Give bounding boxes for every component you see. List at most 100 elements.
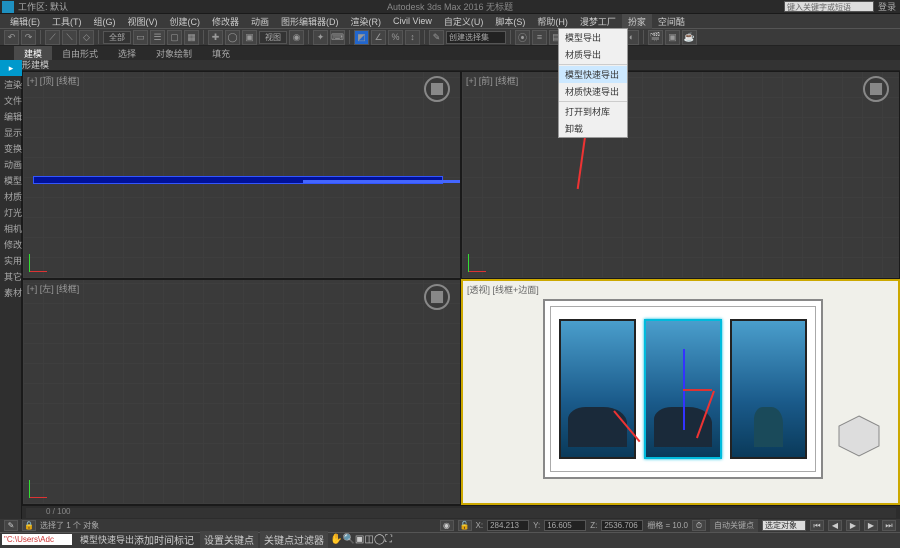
- workspace-label[interactable]: 工作区: 默认: [18, 0, 68, 13]
- left-utility[interactable]: 实用: [4, 254, 22, 267]
- panel-toggle-icon[interactable]: ▸: [0, 60, 22, 76]
- menu-plugin1[interactable]: 漫梦工厂: [574, 14, 622, 29]
- script-path-field[interactable]: "C:\Users\Adc: [2, 534, 72, 545]
- selection-filter-combo[interactable]: 选定对象: [762, 520, 806, 531]
- angle-snap-button[interactable]: ∠: [371, 30, 386, 45]
- timeline-track[interactable]: [26, 508, 896, 518]
- edit-selset-button[interactable]: ✎: [429, 30, 444, 45]
- menu-spaceku[interactable]: 空间酷: [652, 14, 691, 29]
- time-config-button[interactable]: ⏱: [692, 520, 706, 531]
- link-button[interactable]: ⟋: [45, 30, 60, 45]
- autokey-button[interactable]: 自动关键点: [710, 519, 758, 532]
- menu-create[interactable]: 创建(C): [164, 14, 207, 29]
- fov-button[interactable]: ◫: [364, 534, 373, 545]
- prev-frame-button[interactable]: ◀: [828, 520, 842, 531]
- snap-button[interactable]: ◩: [354, 30, 369, 45]
- manip-button[interactable]: ✦: [313, 30, 328, 45]
- selection-lock-button[interactable]: 🔓: [458, 520, 472, 531]
- photo-2-selected[interactable]: [644, 319, 721, 459]
- coord-y-field[interactable]: 16.605: [544, 520, 586, 531]
- pan-view-button[interactable]: ✋: [330, 534, 342, 545]
- mirror-button[interactable]: ⦿: [515, 30, 530, 45]
- vp-label-top[interactable]: [+] [顶] [线框]: [27, 74, 79, 87]
- keymode-button[interactable]: ⌨: [330, 30, 345, 45]
- menu-render[interactable]: 渲染(R): [345, 14, 388, 29]
- menu-maxscript[interactable]: 脚本(S): [489, 14, 531, 29]
- time-tag-prompt[interactable]: 添加时间标记: [134, 532, 194, 547]
- left-edit[interactable]: 编辑: [4, 110, 22, 123]
- vp-label-front[interactable]: [+] [前] [线框]: [466, 74, 518, 87]
- timeline[interactable]: 0 / 100: [22, 505, 900, 519]
- left-camera[interactable]: 相机: [4, 222, 22, 235]
- render-setup-button[interactable]: 🎬: [648, 30, 663, 45]
- percent-snap-button[interactable]: %: [388, 30, 403, 45]
- viewcube-persp[interactable]: [834, 411, 884, 461]
- bind-button[interactable]: ◇: [79, 30, 94, 45]
- left-assets[interactable]: 素材: [4, 286, 22, 299]
- named-selset-dropdown[interactable]: 创建选择集: [446, 31, 506, 44]
- menu-plugin2[interactable]: 扮家: [622, 14, 652, 29]
- menu-animation[interactable]: 动画: [245, 14, 275, 29]
- viewport-front[interactable]: [+] [前] [线框]: [461, 71, 900, 279]
- spinner-snap-button[interactable]: ↕: [405, 30, 420, 45]
- coord-x-field[interactable]: 284.213: [487, 520, 529, 531]
- align-button[interactable]: ≡: [532, 30, 547, 45]
- zoom-button[interactable]: 🔍: [342, 534, 354, 545]
- left-other[interactable]: 其它: [4, 270, 22, 283]
- left-anim[interactable]: 动画: [4, 158, 22, 171]
- menu-grapheditors[interactable]: 图形编辑器(D): [275, 14, 345, 29]
- zoom-extents-button[interactable]: ▣: [355, 534, 364, 545]
- select-button[interactable]: ▭: [133, 30, 148, 45]
- undo-button[interactable]: ↶: [4, 30, 19, 45]
- tab-modeling[interactable]: 建模: [14, 46, 52, 61]
- menu-unload[interactable]: 卸载: [559, 120, 627, 137]
- photo-1[interactable]: [559, 319, 636, 459]
- maxscript-button[interactable]: ✎: [4, 520, 18, 531]
- refcoord-dropdown[interactable]: 视图: [259, 31, 287, 44]
- scale-button[interactable]: ▣: [242, 30, 257, 45]
- tab-populate[interactable]: 填充: [202, 46, 240, 61]
- menu-edit[interactable]: 编辑(E): [4, 14, 46, 29]
- left-material[interactable]: 材质: [4, 190, 22, 203]
- menu-material-quick-export[interactable]: 材质快速导出: [559, 83, 627, 100]
- menu-tools[interactable]: 工具(T): [46, 14, 88, 29]
- login-button[interactable]: 登录: [878, 0, 896, 13]
- vp-label-left[interactable]: [+] [左] [线框]: [27, 282, 79, 295]
- menu-civilview[interactable]: Civil View: [387, 15, 438, 27]
- tab-objectpaint[interactable]: 对象绘制: [146, 46, 202, 61]
- vp-label-persp[interactable]: [透视] [线框+边面]: [467, 283, 539, 296]
- left-modify[interactable]: 修改: [4, 238, 22, 251]
- viewport-perspective[interactable]: [透视] [线框+边面]: [461, 279, 900, 505]
- menu-model-export[interactable]: 模型导出: [559, 29, 627, 46]
- left-file[interactable]: 文件: [4, 94, 22, 107]
- menu-open-library[interactable]: 打开到材库: [559, 103, 627, 120]
- move-gizmo-x-icon[interactable]: [683, 389, 712, 391]
- photo-3[interactable]: [730, 319, 807, 459]
- menu-views[interactable]: 视图(V): [122, 14, 164, 29]
- play-button[interactable]: ▶: [846, 520, 860, 531]
- left-light[interactable]: 灯光: [4, 206, 22, 219]
- select-rect-button[interactable]: ▢: [167, 30, 182, 45]
- render-fb-button[interactable]: ▣: [665, 30, 680, 45]
- pivot-button[interactable]: ◉: [289, 30, 304, 45]
- viewcube-top[interactable]: [424, 76, 450, 102]
- select-name-button[interactable]: ☰: [150, 30, 165, 45]
- isolate-button[interactable]: ◉: [440, 520, 454, 531]
- menu-modifiers[interactable]: 修改器: [206, 14, 245, 29]
- menu-customize[interactable]: 自定义(U): [438, 14, 490, 29]
- tab-freeform[interactable]: 自由形式: [52, 46, 108, 61]
- goto-start-button[interactable]: ⏮: [810, 520, 824, 531]
- unlink-button[interactable]: ⟍: [62, 30, 77, 45]
- goto-end-button[interactable]: ⏭: [882, 520, 896, 531]
- selection-filter-dropdown[interactable]: 全部: [103, 31, 131, 44]
- next-frame-button[interactable]: ▶: [864, 520, 878, 531]
- left-transform[interactable]: 变换: [4, 142, 22, 155]
- orbit-button[interactable]: ◯: [374, 534, 385, 545]
- menu-model-quick-export[interactable]: 模型快速导出: [559, 66, 627, 83]
- viewport-top[interactable]: [+] [顶] [线框]: [22, 71, 461, 279]
- rotate-button[interactable]: ◯: [225, 30, 240, 45]
- menu-help[interactable]: 帮助(H): [531, 14, 574, 29]
- maximize-vp-button[interactable]: ⛶: [385, 534, 392, 545]
- tab-selection[interactable]: 选择: [108, 46, 146, 61]
- viewport-left[interactable]: [+] [左] [线框]: [22, 279, 461, 505]
